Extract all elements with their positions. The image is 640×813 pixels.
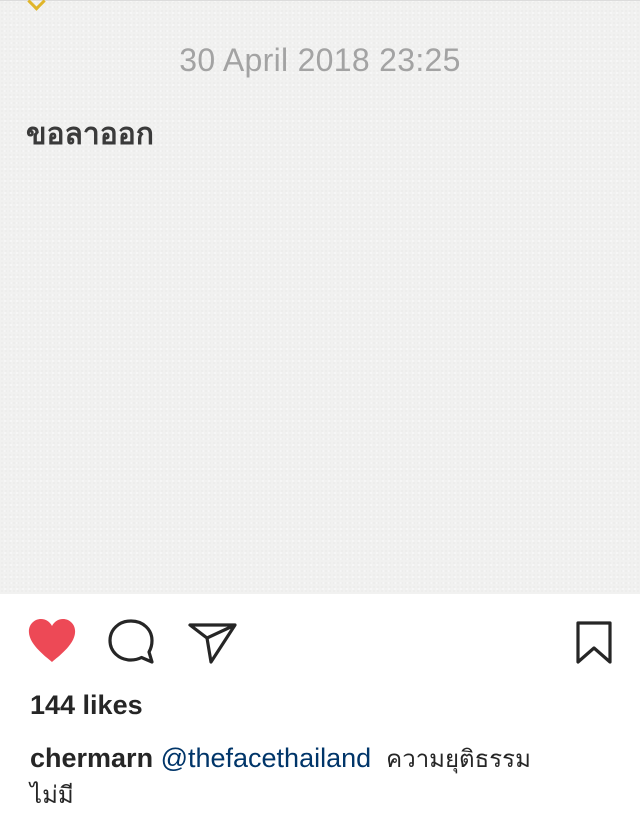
pin-icon (27, 0, 46, 11)
caption: chermarn @thefacethailand ความยุติธรรม ไ… (30, 741, 620, 813)
note-date: 30 April 2018 23:25 (179, 42, 461, 78)
likes-count[interactable]: 144 likes (30, 690, 143, 721)
share-button[interactable] (188, 622, 238, 664)
username-link[interactable]: chermarn (30, 743, 153, 773)
comment-button[interactable] (107, 619, 157, 665)
like-button[interactable] (27, 618, 77, 664)
heart-filled-icon (28, 619, 76, 662)
save-button[interactable] (575, 621, 613, 665)
mention-link[interactable]: @thefacethailand (161, 743, 372, 773)
bookmark-icon (576, 621, 612, 664)
note-text: ขอลาออก (26, 117, 154, 152)
speech-bubble-icon (108, 619, 154, 664)
post-image[interactable]: 30 April 2018 23:25 ขอลาออก (0, 0, 640, 594)
caption-text-line2: ไม่มี (30, 781, 74, 809)
caption-text-line1: ความยุติธรรม (386, 745, 531, 773)
paper-plane-icon (188, 623, 237, 664)
post-actions-bar (0, 594, 640, 689)
